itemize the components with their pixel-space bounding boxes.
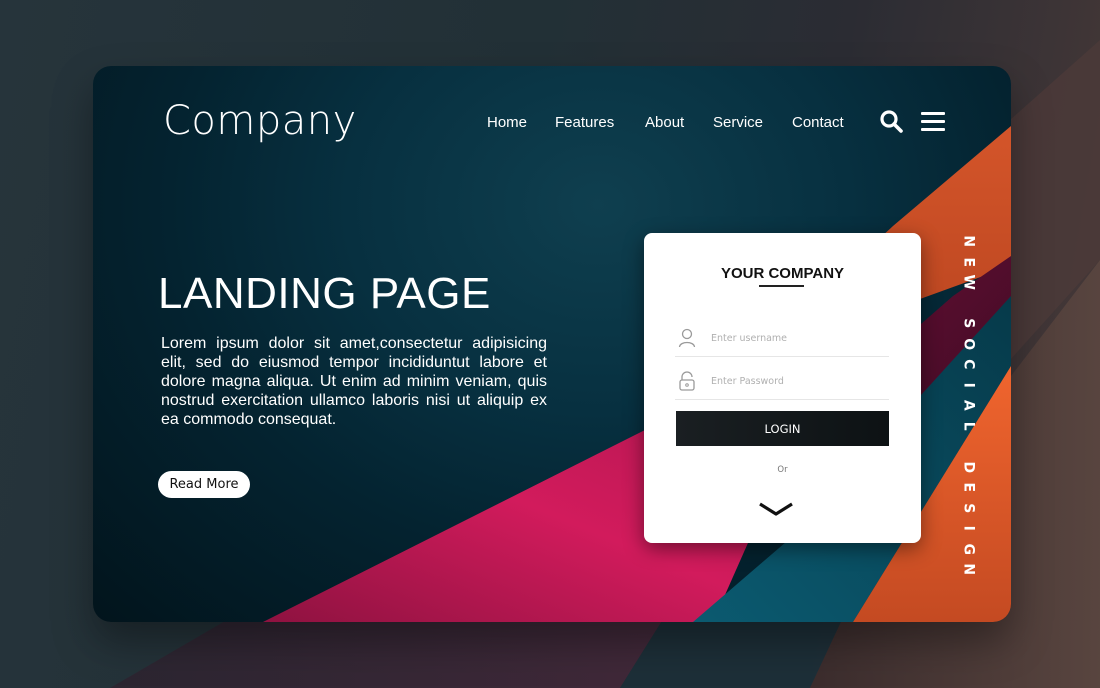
hero-title: LANDING PAGE [158, 269, 491, 318]
lock-icon [679, 371, 695, 391]
login-title: YOUR COMPANY [720, 265, 845, 282]
landing-card: Company Home Features About Service Cont… [93, 66, 1011, 622]
login-button[interactable]: LOGIN [676, 411, 889, 446]
hamburger-menu-icon [921, 112, 945, 131]
nav-features[interactable]: Features [555, 114, 614, 131]
username-input[interactable] [711, 329, 881, 347]
nav-service[interactable]: Service [713, 114, 763, 131]
username-field [675, 325, 889, 357]
nav-about[interactable]: About [645, 114, 684, 131]
company-logo[interactable]: Company [163, 98, 357, 144]
nav-home[interactable]: Home [487, 114, 527, 131]
nav-contact[interactable]: Contact [792, 114, 844, 131]
chevron-down-icon[interactable] [758, 501, 794, 519]
login-form-card: YOUR COMPANY LOGIN Or [644, 233, 921, 543]
password-input[interactable] [711, 372, 881, 390]
hero-description: Lorem ipsum dolor sit amet,consectetur a… [161, 335, 547, 428]
or-divider-text: Or [777, 465, 788, 475]
side-label-letter: N [960, 563, 977, 576]
search-icon [880, 110, 903, 133]
user-icon [678, 328, 696, 348]
search-button[interactable] [879, 109, 905, 135]
password-field [675, 368, 889, 400]
menu-button[interactable] [920, 111, 946, 133]
side-vertical-label: NEW SOCIAL DESIGN [953, 231, 983, 580]
read-more-button[interactable]: Read More [158, 471, 250, 498]
title-underline [759, 285, 804, 287]
